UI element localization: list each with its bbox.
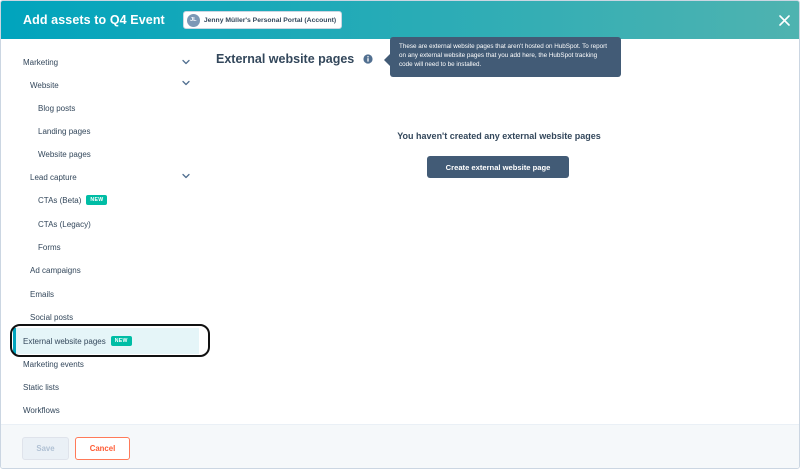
- empty-state: You haven't created any external website…: [1, 131, 799, 141]
- sidebar-item-website-pages[interactable]: Website pages: [38, 143, 91, 165]
- asset-type-sidebar: Marketing Website Blog posts Landing pag…: [1, 39, 210, 424]
- close-button[interactable]: [776, 12, 792, 28]
- new-badge: NEW: [110, 336, 132, 346]
- modal-window: Add assets to Q4 Event JL Jenny Müller's…: [0, 0, 800, 469]
- sidebar-item-label: Ad campaigns: [30, 265, 81, 275]
- avatar: JL: [186, 13, 200, 27]
- empty-state-message: You haven't created any external website…: [397, 131, 601, 141]
- sidebar-item-lead-capture[interactable]: Lead capture: [30, 166, 77, 188]
- sidebar-item-blog-posts[interactable]: Blog posts: [38, 97, 75, 119]
- account-selector[interactable]: JL Jenny Müller's Personal Portal (Accou…: [182, 11, 343, 29]
- sidebar-item-label: Workflows: [23, 405, 60, 415]
- sidebar-item-website[interactable]: Website: [30, 74, 59, 96]
- sidebar-item-label: CTAs (Beta): [38, 195, 82, 205]
- sidebar-item-label: Social posts: [30, 312, 74, 322]
- sidebar-item-marketing-events[interactable]: Marketing events: [23, 353, 84, 375]
- sidebar-item-label: Static lists: [23, 382, 60, 392]
- info-tooltip: These are external website pages that ar…: [390, 37, 621, 77]
- sidebar-item-external-website-pages[interactable]: External website pages NEW: [23, 330, 132, 352]
- sidebar-item-social-posts[interactable]: Social posts: [30, 306, 73, 328]
- sidebar-item-label: Forms: [38, 242, 61, 252]
- modal-footer: Save Cancel: [1, 424, 799, 468]
- chevron-down-icon[interactable]: [181, 57, 191, 67]
- chevron-down-icon[interactable]: [181, 171, 191, 181]
- sidebar-item-label: CTAs (Legacy): [38, 219, 91, 229]
- sidebar-item-label: Website: [30, 80, 59, 90]
- cancel-button[interactable]: Cancel: [75, 437, 130, 460]
- sidebar-item-forms[interactable]: Forms: [38, 236, 61, 258]
- chevron-down-icon[interactable]: [181, 78, 191, 88]
- sidebar-item-label: Website pages: [38, 149, 91, 159]
- sidebar-item-marketing[interactable]: Marketing: [23, 51, 58, 73]
- create-external-page-button[interactable]: Create external website page: [427, 156, 569, 178]
- new-badge: NEW: [86, 195, 108, 205]
- modal-title: Add assets to Q4 Event: [23, 13, 165, 27]
- sidebar-item-workflows[interactable]: Workflows: [23, 399, 60, 421]
- sidebar-item-ad-campaigns[interactable]: Ad campaigns: [30, 259, 81, 281]
- close-icon: [778, 14, 790, 26]
- sidebar-item-ctas-legacy[interactable]: CTAs (Legacy): [38, 213, 91, 235]
- sidebar-item-label: Lead capture: [30, 172, 77, 182]
- info-icon[interactable]: [363, 54, 373, 64]
- account-label: Jenny Müller's Personal Portal (Account): [203, 16, 337, 24]
- sidebar-item-label: External website pages: [23, 336, 106, 346]
- page-title: External website pages: [216, 52, 355, 66]
- save-button[interactable]: Save: [22, 437, 69, 460]
- sidebar-item-label: Marketing events: [23, 359, 84, 369]
- sidebar-item-label: Emails: [30, 289, 55, 299]
- sidebar-item-label: Marketing: [23, 57, 59, 67]
- sidebar-item-static-lists[interactable]: Static lists: [23, 376, 59, 398]
- modal-header: Add assets to Q4 Event JL Jenny Müller's…: [1, 1, 799, 39]
- sidebar-item-ctas-beta[interactable]: CTAs (Beta) NEW: [38, 189, 108, 211]
- sidebar-item-emails[interactable]: Emails: [30, 283, 54, 305]
- sidebar-item-label: Blog posts: [38, 103, 76, 113]
